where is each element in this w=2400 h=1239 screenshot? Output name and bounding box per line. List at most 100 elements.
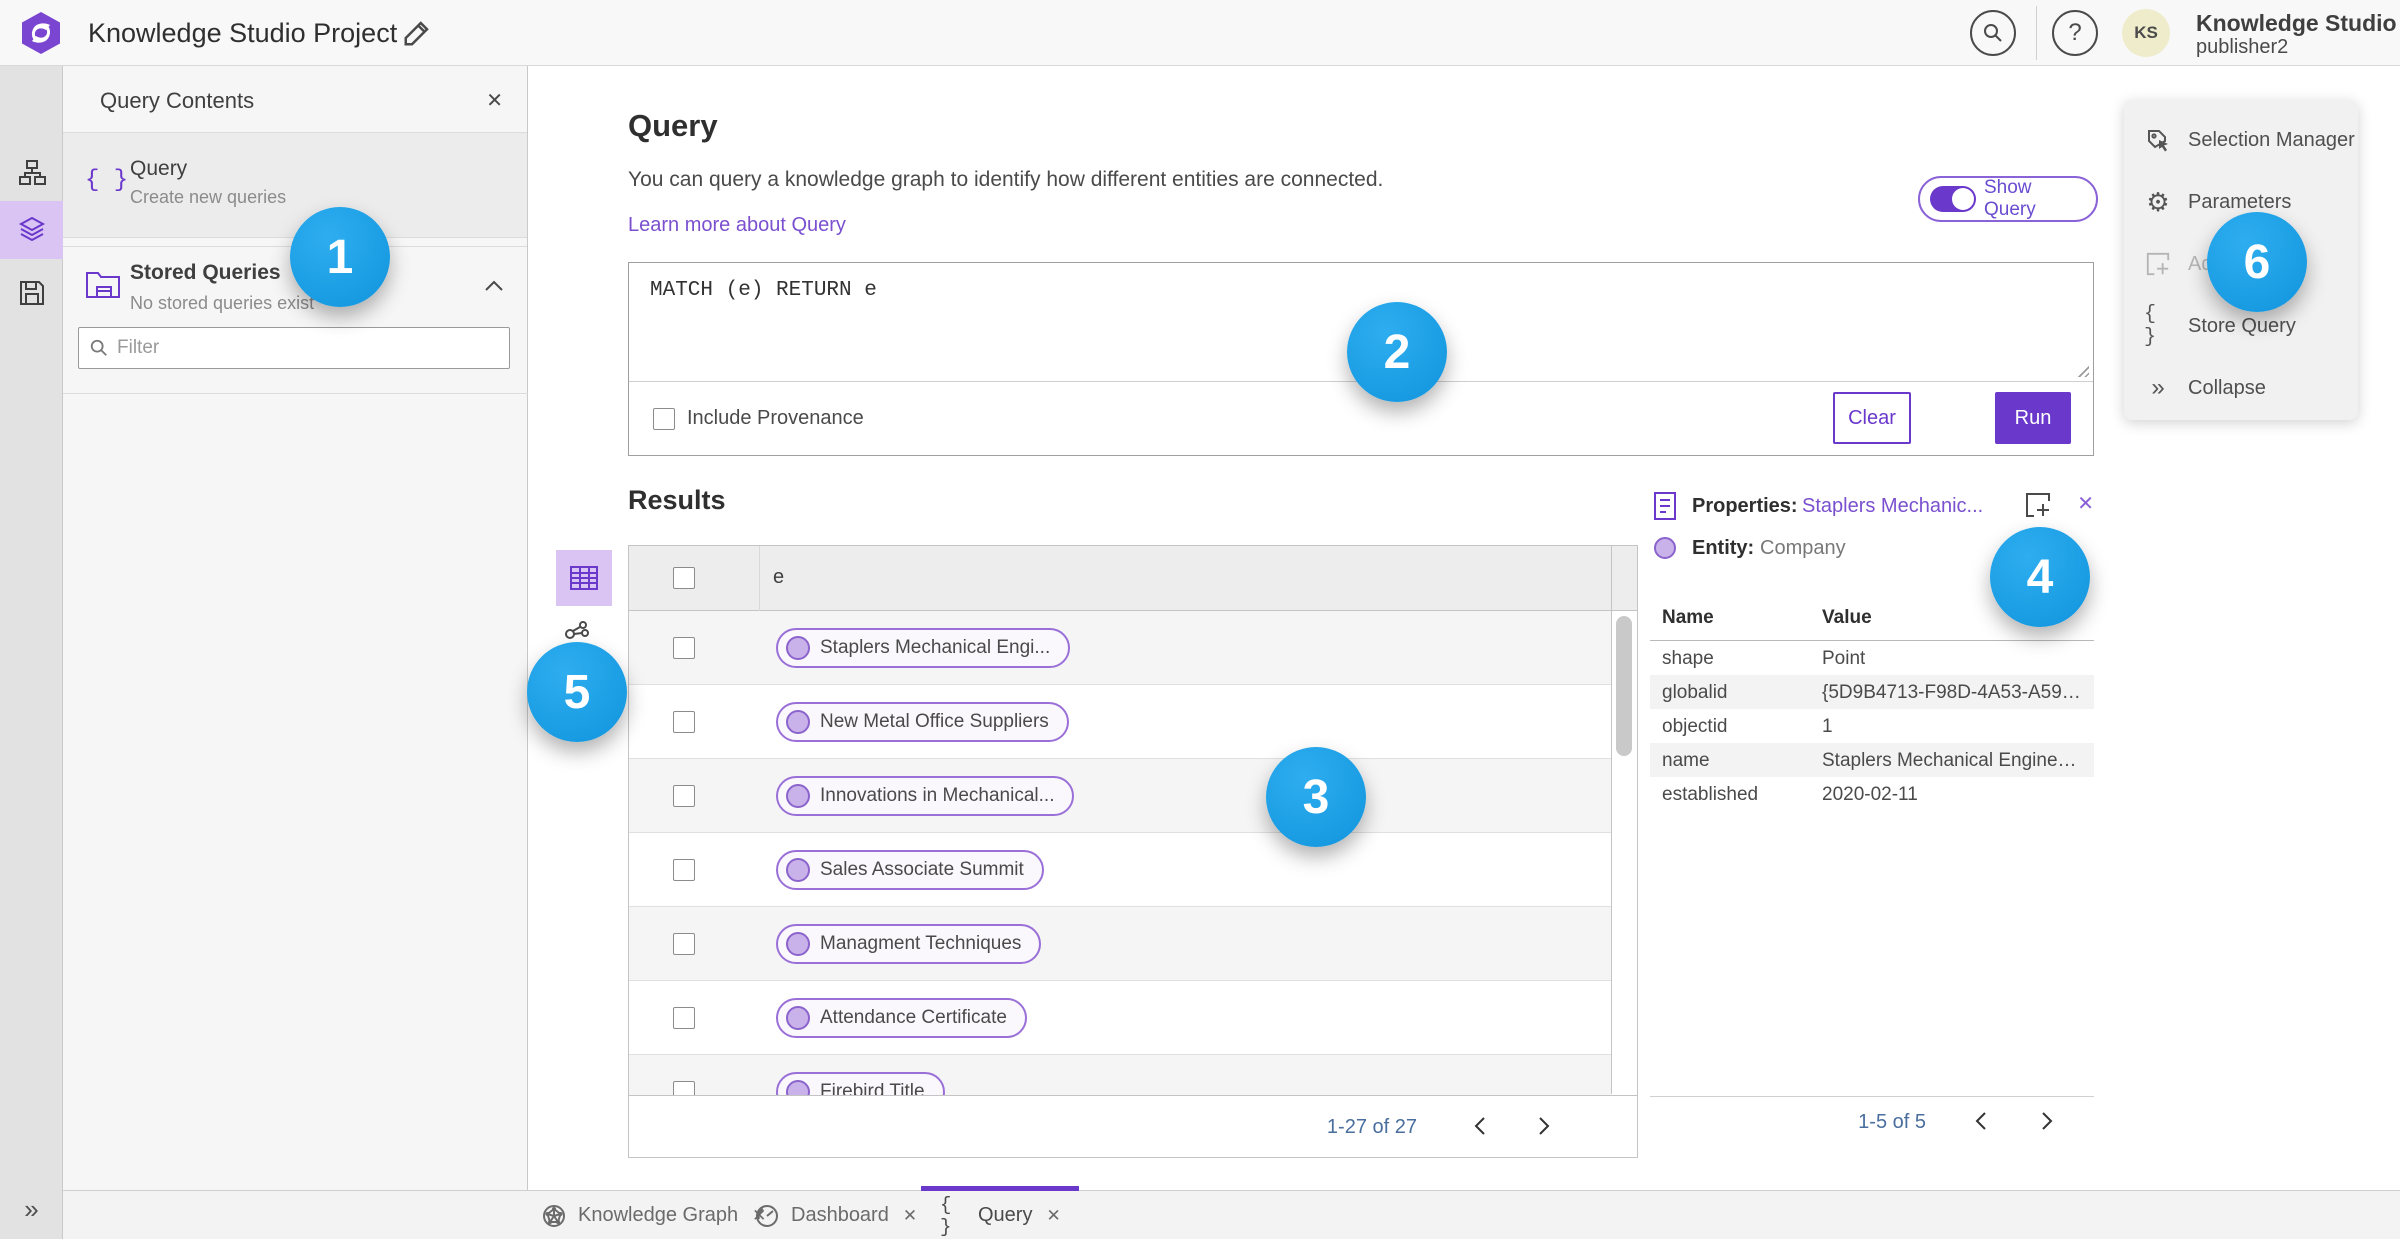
callout-badge-4: 4 [1990, 527, 2090, 627]
table-row[interactable]: New Metal Office Suppliers [629, 685, 1611, 759]
close-tab-button[interactable]: ✕ [1042, 1206, 1060, 1226]
results-pagination: 1-27 of 27 [629, 1095, 1637, 1157]
entity-dot-icon [786, 784, 810, 808]
entity-label: Sales Associate Summit [820, 859, 1024, 880]
callout-number: 2 [1383, 325, 1411, 379]
menu-item-label: Selection Manager [2188, 128, 2355, 151]
pagination-prev-button[interactable] [1463, 1110, 1497, 1144]
resize-handle[interactable] [2075, 363, 2089, 377]
include-provenance-checkbox[interactable] [653, 407, 675, 430]
run-button[interactable]: Run [1995, 392, 2071, 444]
edit-title-pencil-icon[interactable] [402, 18, 432, 48]
close-icon: ✕ [902, 1205, 918, 1225]
filter-input[interactable] [117, 337, 499, 359]
pagination-next-button[interactable] [2030, 1105, 2064, 1139]
header-divider [2036, 6, 2037, 60]
close-properties-button[interactable]: ✕ [2077, 491, 2094, 516]
entity-label: Innovations in Mechanical... [820, 785, 1055, 806]
rail-item-layers[interactable] [0, 201, 63, 259]
query-description: You can query a knowledge graph to ident… [628, 168, 1384, 191]
entity-dot-icon [786, 710, 810, 734]
entity-pill[interactable]: Attendance Certificate [776, 998, 1027, 1038]
search-button[interactable] [1970, 10, 2016, 56]
add-to-new-icon [2144, 250, 2172, 278]
close-icon: ✕ [486, 90, 503, 112]
query-text: MATCH (e) RETURN e [650, 279, 877, 302]
callout-number: 1 [326, 230, 354, 284]
hierarchy-icon [18, 160, 46, 185]
table-row[interactable]: Sales Associate Summit [629, 833, 1611, 907]
table-row[interactable]: Innovations in Mechanical... [629, 759, 1611, 833]
entity-pill[interactable]: Managment Techniques [776, 924, 1042, 964]
property-name: name [1662, 750, 1710, 771]
entity-label: Firebird Title [820, 1081, 925, 1096]
item-subtitle: No stored queries exist [130, 293, 315, 313]
add-to-new-icon[interactable] [2024, 491, 2052, 519]
search-icon [90, 339, 107, 356]
close-icon: ✕ [2077, 493, 2094, 515]
clear-button[interactable]: Clear [1833, 392, 1911, 444]
entity-label: Staplers Mechanical Engi... [820, 637, 1051, 658]
entity-pill[interactable]: Innovations in Mechanical... [776, 776, 1075, 816]
app-name: Knowledge Studio [2196, 10, 2397, 36]
row-checkbox[interactable] [673, 785, 695, 807]
menu-item-label: Collapse [2188, 376, 2266, 399]
entity-dot-icon [786, 932, 810, 956]
row-checkbox[interactable] [673, 711, 695, 733]
toggle-switch-on[interactable] [1930, 186, 1976, 212]
entity-pill[interactable]: Staplers Mechanical Engi... [776, 628, 1071, 668]
chevron-left-icon [1474, 1116, 1485, 1135]
column-name: Name [1662, 607, 1714, 628]
table-view-button[interactable] [556, 550, 612, 606]
menu-item-store-query[interactable]: { } Store Query [2124, 303, 2358, 349]
row-checkbox[interactable] [673, 1081, 695, 1096]
expand-rail-button[interactable]: » [0, 1194, 63, 1225]
properties-header: Properties: Staplers Mechanic... ✕ [1650, 487, 2094, 531]
contents-item-query[interactable]: { } Query Create new queries [63, 133, 527, 237]
pagination-next-button[interactable] [1527, 1110, 1561, 1144]
scrollbar-thumb[interactable] [1616, 616, 1632, 756]
tab-query[interactable]: { } Query ✕ [940, 1191, 1061, 1239]
section-divider [63, 393, 528, 394]
avatar[interactable]: KS [2122, 9, 2170, 57]
help-icon: ? [2068, 19, 2082, 46]
table-row[interactable]: Attendance Certificate [629, 981, 1611, 1055]
menu-item-label: Parameters [2188, 190, 2292, 213]
gear-icon: ⚙ [2146, 187, 2170, 217]
show-query-toggle[interactable]: Show Query [1918, 176, 2098, 222]
rail-item-save[interactable] [0, 264, 63, 322]
table-icon [570, 566, 598, 590]
entity-type: Company [1760, 537, 1846, 559]
tab-dashboard[interactable]: Dashboard ✕ [753, 1191, 917, 1239]
properties-pagination: 1-5 of 5 [1650, 1096, 2094, 1140]
learn-more-link[interactable]: Learn more about Query [628, 214, 846, 237]
row-checkbox[interactable] [673, 637, 695, 659]
close-panel-button[interactable]: ✕ [486, 88, 503, 113]
table-row[interactable]: Managment Techniques [629, 907, 1611, 981]
property-row: objectid 1 [1650, 709, 2094, 743]
entity-dot-icon [786, 1006, 810, 1030]
chevron-up-icon[interactable] [483, 279, 505, 293]
property-name: globalid [1662, 682, 1728, 703]
row-checkbox[interactable] [673, 1007, 695, 1029]
help-button[interactable]: ? [2052, 10, 2098, 56]
row-checkbox[interactable] [673, 859, 695, 881]
tab-knowledge-graph[interactable]: Knowledge Graph ✕ [540, 1191, 766, 1239]
entity-pill[interactable]: New Metal Office Suppliers [776, 702, 1069, 742]
menu-item-selection-manager[interactable]: Selection Manager [2124, 120, 2358, 160]
entity-pill[interactable]: Sales Associate Summit [776, 850, 1044, 890]
braces-icon: { } [940, 1193, 952, 1238]
query-page-title: Query [628, 108, 718, 143]
properties-entity-link[interactable]: Staplers Mechanic... [1802, 495, 1983, 518]
properties-label: Properties: [1692, 495, 1798, 517]
close-tab-button[interactable]: ✕ [899, 1206, 917, 1226]
table-row[interactable]: Staplers Mechanical Engi... [629, 611, 1611, 685]
menu-item-collapse[interactable]: » Collapse [2124, 368, 2358, 408]
entity-pill[interactable]: Firebird Title [776, 1072, 945, 1096]
pagination-prev-button[interactable] [1964, 1105, 1998, 1139]
rail-item-project[interactable] [0, 144, 63, 202]
query-contents-header: Query Contents ✕ [63, 66, 527, 133]
table-row[interactable]: Firebird Title [629, 1055, 1611, 1096]
row-checkbox[interactable] [673, 933, 695, 955]
select-all-checkbox[interactable] [673, 567, 695, 589]
